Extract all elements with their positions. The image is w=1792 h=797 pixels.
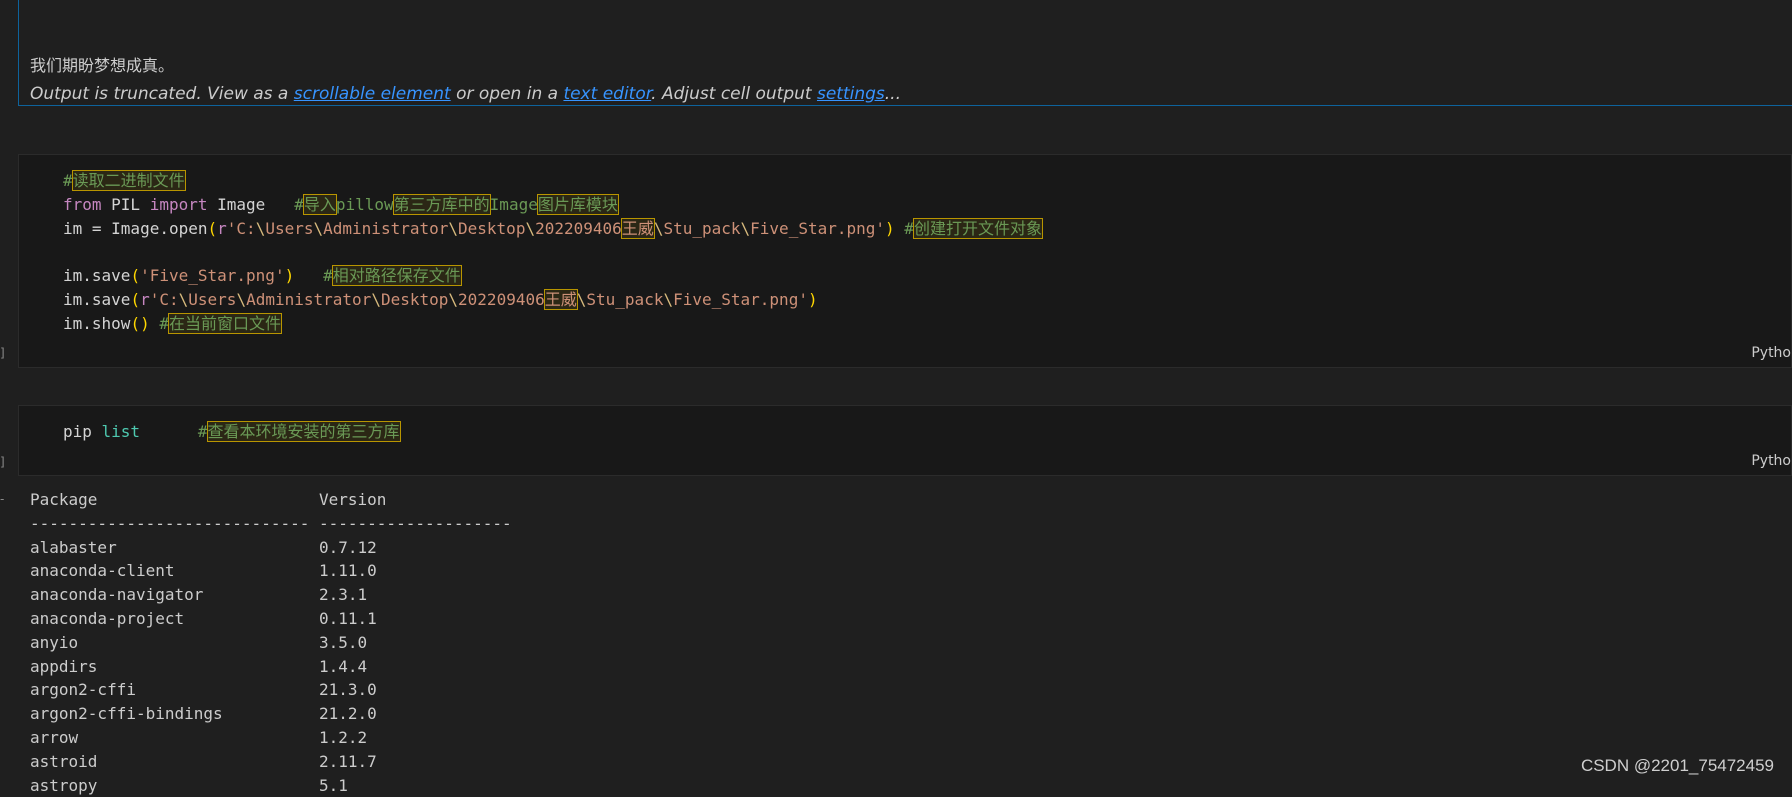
code-string: Stu_pack	[663, 218, 741, 238]
column-header-version: Version	[319, 490, 387, 509]
package-version: 1.4.4	[319, 656, 368, 676]
package-version: 2.3.1	[319, 585, 368, 605]
code-string: Users	[188, 289, 237, 309]
code-cell-image[interactable]: #读取二进制文件 from PIL import Image #导入pillow…	[18, 154, 1792, 368]
separator-package: -----------------------------	[30, 513, 310, 533]
package-list-output: Package Version ------------------------…	[30, 488, 512, 797]
code-token: pip	[63, 422, 102, 441]
code-comment: 在当前窗口文件	[167, 312, 283, 334]
table-separator: ----------------------------- ----------…	[30, 512, 512, 536]
code-comment: 图片库模块	[536, 193, 619, 215]
code-string: 王威	[543, 288, 578, 310]
code-comment: 读取二进制文件	[71, 170, 186, 191]
scrollable-element-link[interactable]: scrollable element	[294, 84, 451, 104]
table-row: anaconda-project 0.11.1	[30, 607, 512, 631]
code-string: 'C:	[149, 289, 179, 309]
table-row: astropy 5.1	[30, 774, 512, 797]
package-name: astropy	[30, 775, 98, 795]
table-row: anyio 3.5.0	[30, 631, 512, 655]
truncation-suffix: ...	[884, 84, 901, 104]
code-string: Five_Star.png'	[750, 218, 886, 238]
code-cell-pip-list[interactable]: pip list #查看本环境安装的第三方库 Pytho	[18, 405, 1792, 476]
execution-count-bracket: ]	[0, 455, 5, 469]
settings-link[interactable]: settings	[817, 84, 885, 104]
package-name: alabaster	[30, 537, 117, 557]
package-name: anaconda-client	[30, 561, 175, 581]
code-comment: 查看本环境安装的第三方库	[206, 421, 401, 442]
package-version: 1.11.0	[319, 561, 377, 581]
package-version: 21.3.0	[319, 680, 377, 700]
table-row: arrow 1.2.2	[30, 726, 512, 750]
package-version: 0.7.12	[319, 537, 377, 557]
table-row: argon2-cffi 21.3.0	[30, 678, 512, 702]
code-editor[interactable]: #读取二进制文件 from PIL import Image #导入pillow…	[63, 169, 1043, 336]
code-string: 'Five_Star.png'	[140, 266, 285, 286]
code-token: im.show	[63, 313, 131, 333]
code-string: Administrator	[323, 218, 449, 238]
table-row: appdirs 1.4.4	[30, 655, 512, 679]
code-string: Desktop	[458, 218, 526, 238]
code-string: 'C:	[226, 218, 256, 238]
table-row: astroid 2.11.7	[30, 750, 512, 774]
code-token: list	[101, 422, 141, 441]
column-header-package: Package	[30, 490, 98, 509]
package-version: 5.1	[319, 775, 348, 795]
table-row: argon2-cffi-bindings 21.2.0	[30, 702, 512, 726]
code-string: 202209406	[535, 218, 622, 238]
package-name: appdirs	[30, 656, 98, 676]
code-token: im = Image.open	[63, 218, 208, 238]
truncation-notice: Output is truncated. View as a scrollabl…	[30, 84, 901, 104]
code-comment: pillow	[335, 194, 394, 214]
output-marker: -	[0, 492, 5, 506]
package-version: 1.2.2	[319, 727, 368, 747]
separator-version: --------------------	[319, 513, 512, 533]
package-name: argon2-cffi-bindings	[30, 704, 223, 724]
code-token: r	[140, 289, 150, 309]
code-string: Five_Star.png'	[673, 289, 808, 309]
code-comment: 导入	[302, 193, 337, 215]
code-token: im.save	[63, 266, 131, 286]
code-editor[interactable]: pip list #查看本环境安装的第三方库	[63, 420, 401, 444]
code-string: 王威	[620, 217, 655, 239]
package-version: 21.2.0	[319, 704, 377, 724]
package-version: 0.11.1	[319, 608, 377, 628]
package-name: arrow	[30, 727, 79, 747]
truncation-mid2: . Adjust cell output	[651, 84, 817, 104]
code-comment: 第三方库中的	[392, 193, 491, 215]
code-token: PIL	[101, 194, 150, 214]
code-token: Image	[207, 194, 295, 214]
keyword: from	[63, 194, 102, 214]
package-name: argon2-cffi	[30, 680, 136, 700]
code-token: im.save	[63, 289, 131, 309]
cell-language-label[interactable]: Pytho	[1751, 453, 1791, 469]
keyword: import	[149, 194, 208, 214]
cell-output-top: 我们期盼梦想成真。 Output is truncated. View as a…	[18, 0, 1792, 106]
table-row: anaconda-navigator 2.3.1	[30, 583, 512, 607]
table-row: alabaster 0.7.12	[30, 536, 512, 560]
code-string: Administrator	[246, 289, 372, 309]
code-comment: 相对路径保存文件	[331, 265, 462, 287]
package-name: anaconda-navigator	[30, 585, 204, 605]
truncation-prefix: Output is truncated. View as a	[30, 84, 294, 104]
execution-count-bracket: ]	[0, 346, 5, 360]
table-header: Package Version	[30, 488, 512, 512]
code-string: 202209406	[458, 289, 545, 309]
code-token: r	[217, 218, 227, 238]
truncation-mid1: or open in a	[450, 84, 564, 104]
package-name: astroid	[30, 751, 98, 771]
table-row: anaconda-client 1.11.0	[30, 559, 512, 583]
cell-language-label[interactable]: Pytho	[1751, 345, 1791, 361]
output-text: 我们期盼梦想成真。	[30, 56, 175, 75]
code-comment: Image	[489, 194, 538, 214]
code-comment: 创建打开文件对象	[912, 217, 1043, 239]
package-name: anyio	[30, 632, 79, 652]
code-string: Users	[265, 218, 314, 238]
code-string: Stu_pack	[586, 289, 664, 309]
text-editor-link[interactable]: text editor	[563, 84, 651, 104]
package-name: anaconda-project	[30, 608, 185, 628]
package-version: 3.5.0	[319, 632, 368, 652]
watermark: CSDN @2201_75472459	[1580, 756, 1774, 775]
package-version: 2.11.7	[319, 751, 377, 771]
code-string: Desktop	[380, 289, 449, 309]
